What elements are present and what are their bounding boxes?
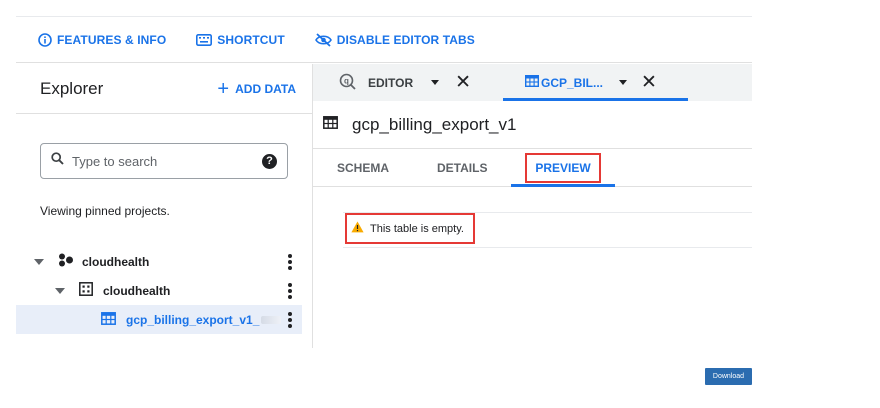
tab-schema[interactable]: SCHEMA	[337, 149, 389, 187]
tree-row-table[interactable]: gcp_billing_export_v1_	[16, 305, 302, 334]
dropdown-icon[interactable]	[619, 80, 628, 85]
explorer-header: Explorer + ADD DATA	[16, 64, 312, 114]
table-icon	[524, 74, 540, 90]
bigquery-window: FEATURES & INFO SHORTCUT DISABLE EDITOR …	[16, 16, 752, 348]
active-subtab-indicator	[511, 184, 615, 187]
svg-text:q: q	[344, 76, 349, 85]
search-icon	[51, 152, 64, 170]
tab-editor[interactable]: q EDITOR ✕	[339, 64, 471, 101]
search-input[interactable]	[72, 153, 262, 169]
download-button[interactable]: Download	[705, 368, 752, 385]
tab-details[interactable]: DETAILS	[437, 149, 487, 187]
dataset-icon	[79, 282, 93, 299]
top-toolbar: FEATURES & INFO SHORTCUT DISABLE EDITOR …	[16, 17, 752, 63]
tab-editor-label: EDITOR	[368, 75, 414, 90]
tree-row-label: cloudhealth	[103, 283, 171, 298]
features-info-button[interactable]: FEATURES & INFO	[38, 33, 166, 47]
dropdown-icon[interactable]	[431, 80, 440, 85]
query-icon: q	[339, 73, 356, 93]
features-info-label: FEATURES & INFO	[57, 32, 167, 47]
tree-row-dataset[interactable]: cloudhealth	[16, 276, 302, 305]
table-name: gcp_billing_export_v1	[352, 114, 517, 134]
tree-row-project[interactable]: cloudhealth	[16, 247, 302, 276]
empty-table-notice: This table is empty.	[345, 213, 475, 244]
empty-table-message: This table is empty.	[370, 222, 464, 235]
info-icon	[38, 32, 52, 47]
project-icon	[58, 253, 74, 270]
disable-editor-tabs-label: DISABLE EDITOR TABS	[336, 32, 475, 47]
tab-table-label: GCP_BIL...	[541, 75, 604, 90]
disable-editor-tabs-button[interactable]: DISABLE EDITOR TABS	[314, 32, 475, 47]
shortcut-button[interactable]: SHORTCUT	[196, 32, 285, 47]
table-icon	[101, 311, 116, 328]
warning-icon	[351, 221, 364, 236]
redacted-text	[261, 315, 282, 324]
eye-off-icon	[314, 32, 332, 47]
tree-row-label: gcp_billing_export_v1_	[126, 312, 260, 327]
more-vert-icon[interactable]	[288, 283, 292, 299]
tab-table[interactable]: GCP_BIL... ✕	[524, 64, 657, 101]
close-icon[interactable]: ✕	[455, 73, 471, 92]
shortcut-label: SHORTCUT	[217, 32, 285, 47]
add-data-button[interactable]: + ADD DATA	[217, 79, 296, 99]
table-header: gcp_billing_export_v1	[313, 101, 752, 149]
table-subtabs: SCHEMA DETAILS PREVIEW	[313, 149, 752, 187]
more-vert-icon[interactable]	[288, 312, 292, 328]
keyboard-icon	[196, 33, 213, 46]
table-icon	[323, 115, 338, 134]
add-data-label: ADD DATA	[235, 81, 296, 96]
close-icon[interactable]: ✕	[641, 73, 657, 92]
more-vert-icon[interactable]	[288, 254, 292, 270]
plus-icon: +	[217, 77, 230, 100]
editor-panel: q EDITOR ✕ GCP_BIL... ✕ gcp_billing_expo…	[313, 64, 752, 348]
editor-tab-bar: q EDITOR ✕ GCP_BIL... ✕	[313, 64, 752, 101]
expand-caret-icon[interactable]	[34, 258, 44, 265]
tree-row-label: cloudhealth	[82, 254, 150, 269]
explorer-panel: Explorer + ADD DATA ? Viewing pinned pro…	[16, 64, 313, 348]
expand-caret-icon[interactable]	[55, 287, 65, 294]
pinned-projects-text: Viewing pinned projects.	[40, 204, 170, 218]
tab-preview[interactable]: PREVIEW	[525, 153, 601, 183]
search-box: ?	[40, 143, 288, 179]
resource-tree: cloudhealth cloudhealth gcp_billing_expo…	[16, 247, 302, 334]
explorer-title: Explorer	[40, 78, 104, 98]
help-icon[interactable]: ?	[262, 153, 277, 169]
